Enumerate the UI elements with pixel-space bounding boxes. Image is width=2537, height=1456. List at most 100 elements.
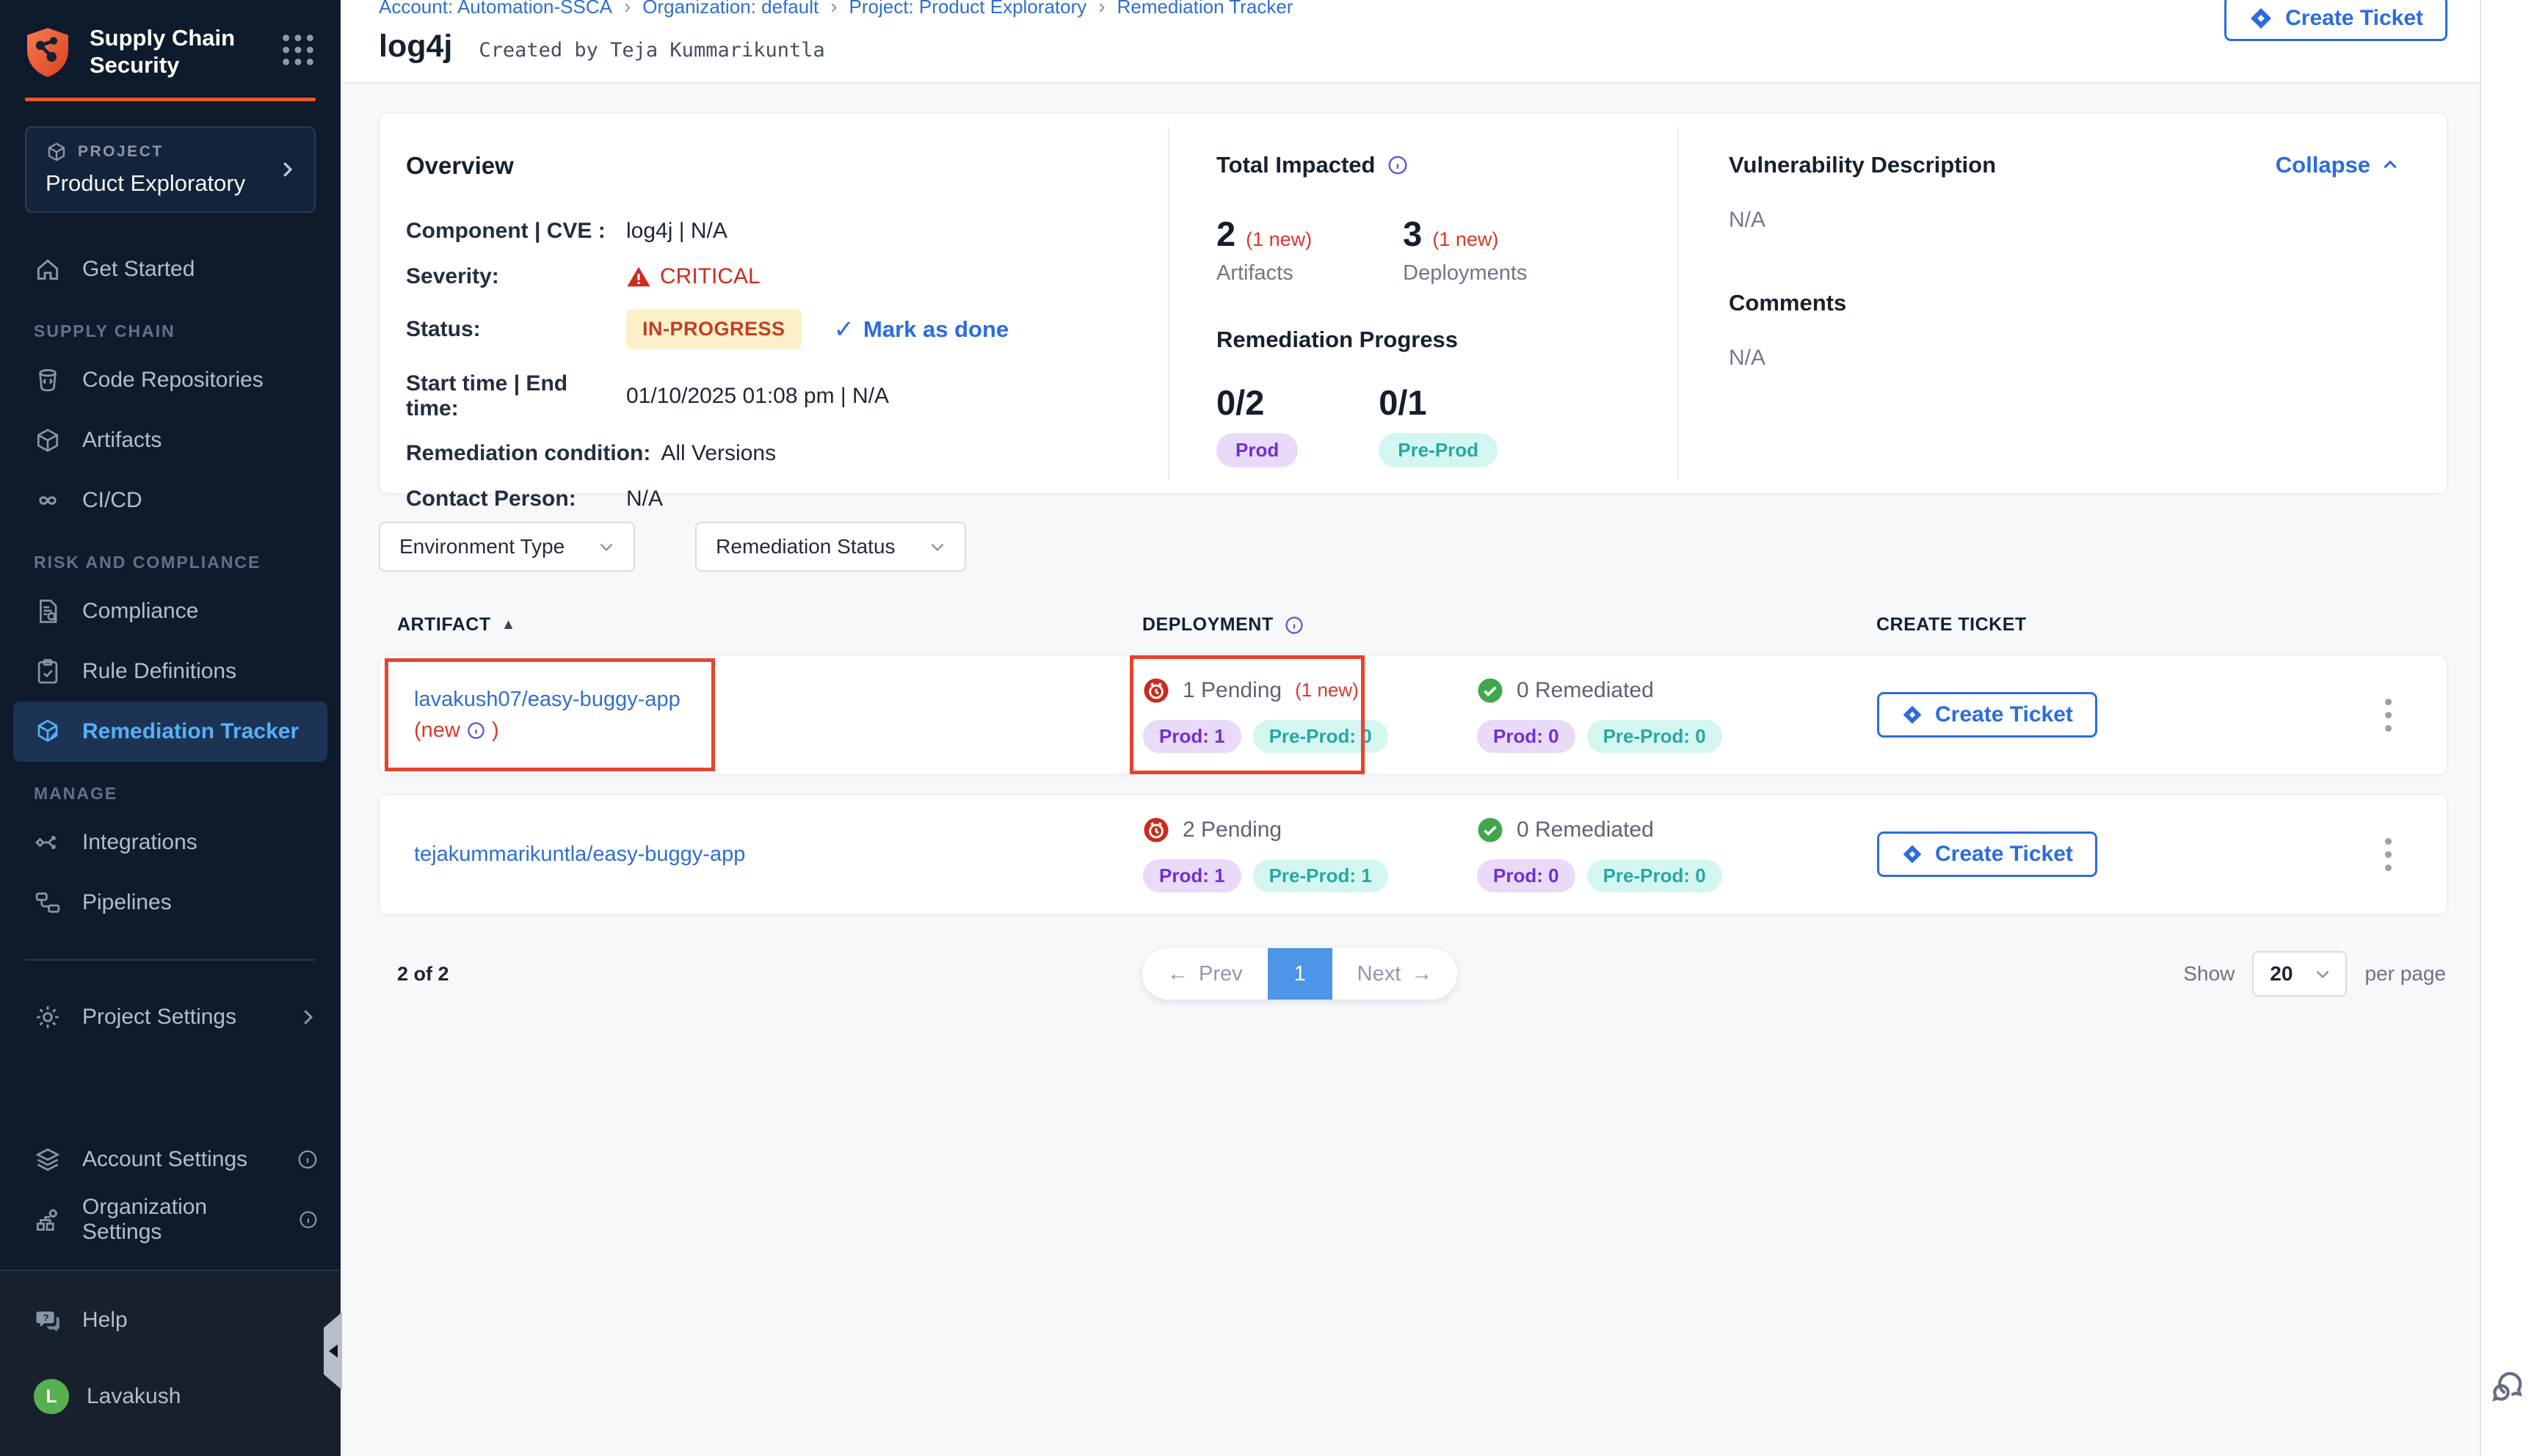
sidebar-item-label: Artifacts bbox=[82, 428, 161, 453]
app-switcher-grid-icon[interactable] bbox=[277, 29, 319, 70]
page-size-select[interactable]: 20 bbox=[2252, 951, 2347, 997]
brand-line1: Supply Chain bbox=[90, 25, 260, 52]
project-selector[interactable]: PROJECT Product Exploratory bbox=[25, 126, 316, 213]
pending-icon bbox=[1143, 817, 1169, 843]
overview-card: Overview Component | CVE : log4j | N/A S… bbox=[379, 113, 2447, 494]
section-risk-compliance: RISK AND COMPLIANCE bbox=[0, 531, 341, 581]
field-value: 01/10/2025 01:08 pm | N/A bbox=[626, 384, 889, 409]
sidebar-item-compliance[interactable]: Compliance bbox=[0, 581, 341, 641]
deployments-label: Deployments bbox=[1403, 261, 1527, 285]
avatar: L bbox=[34, 1379, 69, 1414]
section-supply-chain: SUPPLY CHAIN bbox=[0, 299, 341, 350]
create-ticket-header-label: CREATE TICKET bbox=[1876, 614, 2027, 636]
chevron-right-icon bbox=[297, 1006, 319, 1028]
nav-divider bbox=[25, 959, 316, 961]
created-by: Created by Teja Kummarikuntla bbox=[479, 39, 824, 62]
sidebar-item-pipelines[interactable]: Pipelines bbox=[0, 873, 341, 933]
field-label: Start time | End time: bbox=[406, 371, 626, 421]
create-ticket-button-row[interactable]: Create Ticket bbox=[1877, 692, 2097, 738]
sidebar-item-artifacts[interactable]: Artifacts bbox=[0, 410, 341, 470]
code-repo-icon bbox=[34, 366, 62, 394]
breadcrumb-account[interactable]: Account: Automation-SSCA bbox=[379, 0, 612, 18]
sidebar-bottom: ? Help L Lavakush bbox=[0, 1270, 341, 1456]
sidebar-item-label: Account Settings bbox=[82, 1147, 247, 1172]
sidebar-item-rule-definitions[interactable]: Rule Definitions bbox=[0, 641, 341, 702]
prev-page-button[interactable]: ← Prev bbox=[1142, 948, 1268, 1000]
left-arrow-icon: ← bbox=[1167, 962, 1188, 986]
pagination-row: 2 of 2 ← Prev 1 Next → Show 20 bbox=[379, 948, 2447, 1000]
artifact-link[interactable]: lavakush07/easy-buggy-app bbox=[414, 684, 1143, 715]
page-number-button[interactable]: 1 bbox=[1268, 948, 1332, 1000]
artifact-cell: tejakummarikuntla/easy-buggy-app bbox=[398, 839, 1143, 870]
sidebar-item-organization-settings[interactable]: Organization Settings bbox=[0, 1190, 341, 1250]
breadcrumb-current[interactable]: Remediation Tracker bbox=[1117, 0, 1293, 18]
overview-row-condition: Remediation condition: All Versions bbox=[406, 440, 1139, 467]
sidebar-item-remediation-tracker[interactable]: Remediation Tracker bbox=[13, 702, 327, 762]
row-menu-kebab-icon[interactable] bbox=[2366, 685, 2410, 744]
sidebar-item-cicd[interactable]: CI/CD bbox=[0, 470, 341, 531]
artifact-link[interactable]: tejakummarikuntla/easy-buggy-app bbox=[414, 839, 1143, 870]
severity-value: CRITICAL bbox=[626, 264, 761, 289]
overview-column: Overview Component | CVE : log4j | N/A S… bbox=[380, 114, 1168, 493]
home-icon bbox=[34, 255, 62, 283]
overview-row-status: Status: IN-PROGRESS ✓ Mark as done bbox=[406, 309, 1139, 349]
chat-support-icon[interactable] bbox=[2489, 1366, 2530, 1408]
right-arrow-icon: → bbox=[1411, 962, 1432, 986]
sidebar-item-label: Organization Settings bbox=[82, 1195, 277, 1245]
comments-title: Comments bbox=[1729, 290, 1846, 316]
sidebar-item-get-started[interactable]: Get Started bbox=[0, 239, 341, 299]
impacted-deployments-stat: 3 (1 new) Deployments bbox=[1403, 214, 1527, 285]
table-row: tejakummarikuntla/easy-buggy-app 2 Pendi… bbox=[379, 794, 2447, 914]
user-menu[interactable]: L Lavakush bbox=[0, 1366, 341, 1427]
project-name: Product Exploratory bbox=[46, 170, 295, 197]
column-header-artifact[interactable]: ARTIFACT ▲ bbox=[397, 614, 1142, 636]
preprod-progress-stat: 0/1 Pre-Prod bbox=[1379, 382, 1498, 467]
mark-as-done-button[interactable]: ✓ Mark as done bbox=[834, 315, 1009, 344]
remediation-cube-icon bbox=[34, 718, 62, 746]
pending-cell: 2 Pending Prod: 1 Pre-Prod: 1 bbox=[1143, 817, 1477, 892]
brand-accent-rule bbox=[25, 98, 316, 101]
breadcrumb-organization[interactable]: Organization: default bbox=[642, 0, 819, 18]
brand-line2: Security bbox=[90, 52, 260, 79]
info-icon[interactable] bbox=[298, 1209, 319, 1231]
info-icon[interactable] bbox=[1387, 154, 1409, 176]
gear-icon bbox=[34, 1003, 62, 1031]
deployment-header-label: DEPLOYMENT bbox=[1142, 614, 1274, 636]
breadcrumb-project[interactable]: Project: Product Exploratory bbox=[849, 0, 1087, 18]
sidebar-item-help[interactable]: ? Help bbox=[0, 1290, 341, 1350]
sidebar-item-code-repositories[interactable]: Code Repositories bbox=[0, 350, 341, 410]
environment-type-filter[interactable]: Environment Type bbox=[379, 522, 635, 572]
right-rail bbox=[2480, 0, 2537, 1456]
main-content: Account: Automation-SSCA › Organization:… bbox=[341, 0, 2480, 1456]
info-icon[interactable] bbox=[297, 1149, 319, 1171]
preprod-pill: Pre-Prod bbox=[1379, 433, 1498, 467]
prod-pill: Prod: 0 bbox=[1477, 859, 1575, 892]
sidebar-item-account-settings[interactable]: Account Settings bbox=[0, 1129, 341, 1190]
prod-progress-value: 0/2 bbox=[1216, 382, 1298, 423]
next-page-button[interactable]: Next → bbox=[1332, 948, 1458, 1000]
screen: Supply Chain Security PROJECT Product Ex… bbox=[0, 0, 2537, 1456]
create-ticket-button-row[interactable]: Create Ticket bbox=[1877, 831, 2097, 877]
artifact-cell: lavakush07/easy-buggy-app (new ) bbox=[398, 684, 1143, 746]
breadcrumb-separator: › bbox=[624, 0, 631, 18]
content: Overview Component | CVE : log4j | N/A S… bbox=[341, 84, 2480, 1456]
vulnerability-description-value: N/A bbox=[1729, 208, 2394, 233]
info-icon[interactable] bbox=[1284, 615, 1304, 636]
pagination-pill: ← Prev 1 Next → bbox=[1142, 948, 1457, 1000]
column-header-deployment: DEPLOYMENT bbox=[1142, 614, 1476, 636]
row-menu-kebab-icon[interactable] bbox=[2366, 825, 2410, 884]
sidebar-item-project-settings[interactable]: Project Settings bbox=[0, 987, 341, 1047]
pagination-summary: 2 of 2 bbox=[379, 963, 449, 986]
info-icon[interactable] bbox=[466, 721, 486, 740]
jira-diamond-icon bbox=[1901, 704, 1923, 726]
collapse-button[interactable]: Collapse bbox=[2276, 152, 2400, 178]
brand-title: Supply Chain Security bbox=[90, 25, 260, 79]
check-icon: ✓ bbox=[834, 315, 855, 344]
field-label: Status: bbox=[406, 317, 626, 342]
sidebar-item-integrations[interactable]: Integrations bbox=[0, 812, 341, 873]
create-ticket-button-header[interactable]: Create Ticket bbox=[2224, 0, 2447, 41]
table-header-row: ARTIFACT ▲ DEPLOYMENT CREATE TICKET bbox=[379, 614, 2447, 636]
total-impacted-title: Total Impacted bbox=[1216, 152, 1375, 178]
remediation-status-filter[interactable]: Remediation Status bbox=[695, 522, 965, 572]
next-label: Next bbox=[1357, 962, 1401, 986]
